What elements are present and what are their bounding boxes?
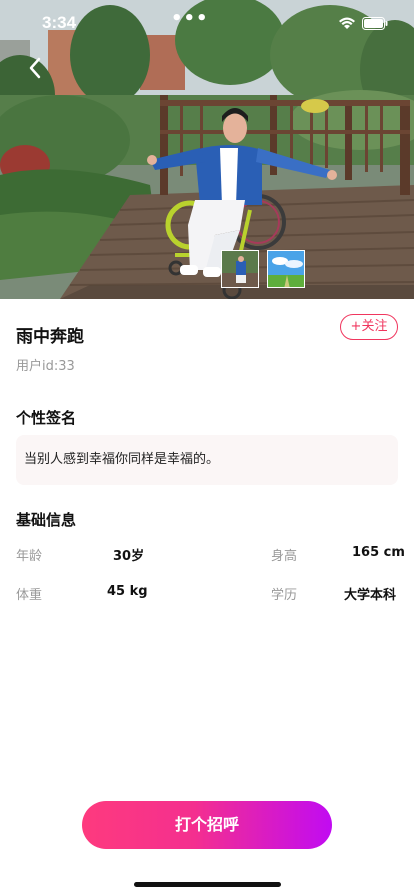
height-label: 身高 [271,549,298,564]
thumbnail-1[interactable] [221,250,259,288]
follow-button[interactable]: +关注 [340,314,398,340]
signature-box: 当别人感到幸福你同样是幸福的。 [16,435,398,485]
greet-button[interactable]: 打个招呼 [82,801,332,849]
weight-value: 45 kg [107,584,148,599]
profile-screen: 3:34 ••• 雨中奔跑 +关注 用户id:33 个性签名 当别人感到幸福你同… [0,0,414,896]
battery-icon [362,15,388,34]
profile-photo[interactable] [0,0,414,299]
status-icons [338,15,388,34]
status-bar: 3:34 ••• [0,0,414,44]
status-time: 3:34 [42,13,77,32]
back-arrow-icon[interactable] [26,56,46,80]
education-label: 学历 [271,588,298,603]
home-indicator [134,882,281,887]
thumbnail-2[interactable] [267,250,305,288]
height-value: 165 cm [352,545,405,560]
photo-thumbnails [221,250,305,288]
basic-info-title: 基础信息 [16,511,77,529]
status-dots: ••• [171,8,209,29]
user-id: 用户id:33 [16,359,75,374]
weight-label: 体重 [16,588,43,603]
signature-title: 个性签名 [16,409,77,427]
wifi-icon [338,15,356,34]
user-name: 雨中奔跑 [16,327,84,347]
age-value: 30岁 [113,549,145,564]
age-label: 年龄 [16,549,43,564]
education-value: 大学本科 [344,588,397,603]
